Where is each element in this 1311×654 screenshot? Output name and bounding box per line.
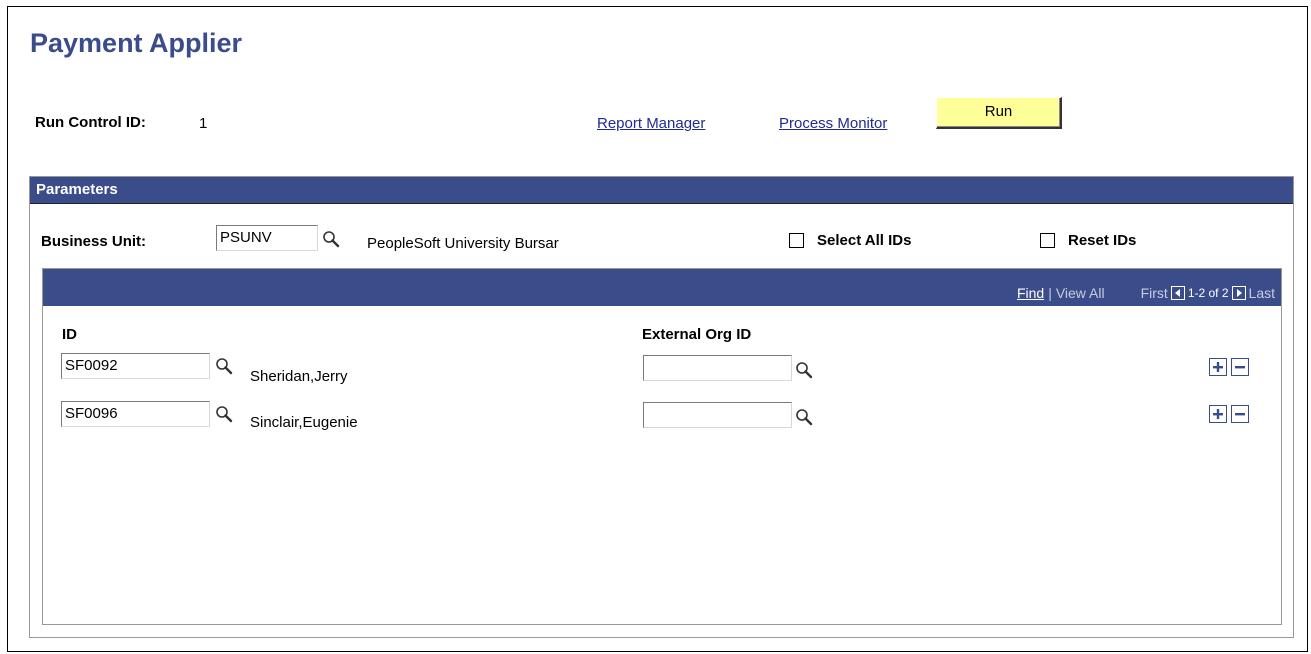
select-all-ids-checkbox[interactable] xyxy=(789,233,804,248)
first-link[interactable]: First xyxy=(1141,282,1168,304)
external-org-id-input[interactable] xyxy=(643,402,792,428)
select-all-ids-label: Select All IDs xyxy=(817,232,912,249)
run-control-label: Run Control ID: xyxy=(35,114,146,131)
id-input[interactable]: SF0092 xyxy=(61,353,210,379)
plus-icon xyxy=(1213,362,1223,372)
parameters-header: Parameters xyxy=(30,177,1293,204)
plus-icon xyxy=(1213,409,1223,419)
minus-icon xyxy=(1235,413,1245,416)
report-manager-link[interactable]: Report Manager xyxy=(597,115,705,132)
grid-range: 1-2 of 2 xyxy=(1187,286,1229,300)
run-button[interactable]: Run xyxy=(936,97,1062,129)
external-org-lookup-icon[interactable] xyxy=(795,408,813,426)
column-header-id: ID xyxy=(62,326,77,343)
person-name: Sinclair,Eugenie xyxy=(250,414,358,431)
column-header-external-org-id: External Org ID xyxy=(642,326,752,343)
external-org-id-input[interactable] xyxy=(643,355,792,381)
delete-row-button[interactable] xyxy=(1231,358,1249,376)
parameters-group: Parameters Business Unit: PSUNV PeopleSo… xyxy=(29,176,1294,638)
reset-ids-label: Reset IDs xyxy=(1068,232,1137,249)
business-unit-description: PeopleSoft University Bursar xyxy=(367,235,559,252)
grid-header-bar: Find | View All First 1-2 of 2 Last xyxy=(43,269,1281,306)
previous-arrow-icon[interactable] xyxy=(1170,286,1185,300)
id-lookup-icon[interactable] xyxy=(215,405,233,423)
id-lookup-icon[interactable] xyxy=(215,357,233,375)
page-title: Payment Applier xyxy=(30,28,243,58)
last-link[interactable]: Last xyxy=(1249,282,1275,304)
external-org-lookup-icon[interactable] xyxy=(795,361,813,379)
nav-separator: | xyxy=(1048,285,1052,301)
grid-navigation: Find | View All First 1-2 of 2 Last xyxy=(1017,282,1275,304)
minus-icon xyxy=(1235,366,1245,369)
id-input[interactable]: SF0096 xyxy=(61,401,210,427)
business-unit-lookup-icon[interactable] xyxy=(322,230,340,248)
run-control-value: 1 xyxy=(199,115,208,132)
id-grid: Find | View All First 1-2 of 2 Last ID E… xyxy=(42,268,1282,625)
next-arrow-icon[interactable] xyxy=(1231,286,1246,300)
reset-ids-checkbox[interactable] xyxy=(1040,233,1055,248)
person-name: Sheridan,Jerry xyxy=(250,368,348,385)
business-unit-label: Business Unit: xyxy=(41,233,147,250)
add-row-button[interactable] xyxy=(1209,405,1227,423)
add-row-button[interactable] xyxy=(1209,358,1227,376)
process-monitor-link[interactable]: Process Monitor xyxy=(779,115,887,132)
view-all-link[interactable]: View All xyxy=(1056,282,1105,304)
find-link[interactable]: Find xyxy=(1017,282,1044,304)
business-unit-input[interactable]: PSUNV xyxy=(216,225,318,251)
delete-row-button[interactable] xyxy=(1231,405,1249,423)
